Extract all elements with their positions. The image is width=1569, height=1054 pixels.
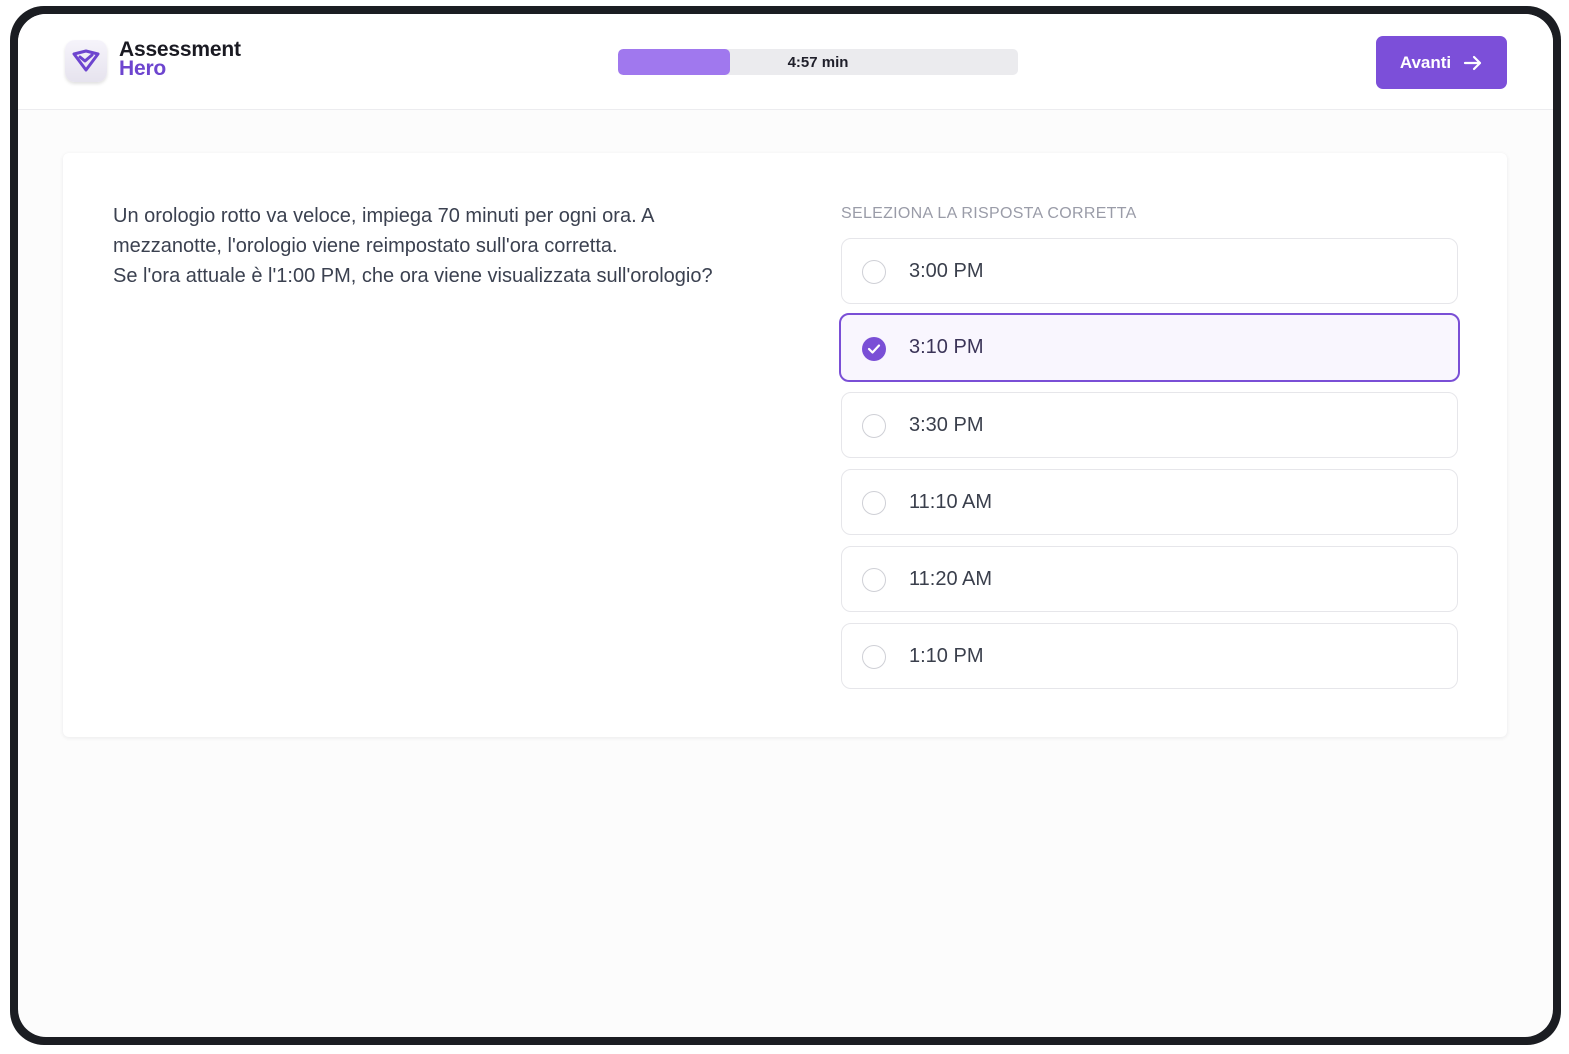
answer-options-list: 3:00 PM 3:10 PM 3:30 PM 11:10 AM 11:20 AM 1:1… [839, 238, 1460, 700]
top-bar: Assessment Hero 4:57 min Avanti [18, 14, 1553, 110]
device-frame: Assessment Hero 4:57 min Avanti Un orolo… [10, 6, 1561, 1045]
answer-option-label: 3:10 PM [909, 336, 984, 358]
radio-unchecked-icon[interactable] [862, 645, 886, 669]
answer-option-label: 11:20 AM [909, 567, 993, 590]
answer-option[interactable]: 3:10 PM [839, 313, 1460, 382]
brand-name-line2: Hero [119, 57, 167, 80]
answer-option[interactable]: 3:30 PM [841, 392, 1458, 458]
next-button-label: Avanti [1399, 52, 1452, 72]
radio-unchecked-icon[interactable] [862, 568, 886, 592]
radio-unchecked-icon[interactable] [862, 414, 886, 438]
radio-checked-icon[interactable] [862, 337, 886, 361]
timer-progress-bar: 4:57 min [618, 49, 1018, 75]
checkmark-icon [867, 344, 881, 354]
arrow-right-icon [1464, 55, 1482, 70]
question-card: Un orologio rotto va veloce, impiega 70 … [63, 153, 1507, 737]
question-text: Un orologio rotto va veloce, impiega 70 … [113, 205, 713, 287]
answer-option-label: 1:10 PM [909, 644, 984, 667]
answer-option-label: 3:30 PM [909, 413, 984, 436]
radio-unchecked-icon[interactable] [862, 491, 886, 515]
answer-option[interactable]: 11:20 AM [841, 546, 1458, 612]
logo-icon [65, 40, 107, 82]
timer-label: 4:57 min [787, 53, 849, 71]
answer-option-label: 3:00 PM [909, 259, 984, 282]
answer-option-label: 11:10 AM [909, 490, 993, 513]
answer-option[interactable]: 11:10 AM [841, 469, 1458, 535]
brand-logo: Assessment Hero [119, 39, 241, 80]
app-screen: Assessment Hero 4:57 min Avanti Un orolo… [18, 14, 1553, 1037]
answer-option[interactable]: 3:00 PM [841, 238, 1458, 304]
shield-check-icon [72, 49, 100, 72]
answer-option[interactable]: 1:10 PM [841, 623, 1458, 689]
next-button[interactable]: Avanti [1376, 36, 1507, 89]
radio-unchecked-icon[interactable] [862, 260, 886, 284]
answers-heading: SELEZIONA LA RISPOSTA CORRETTA [841, 205, 1137, 222]
